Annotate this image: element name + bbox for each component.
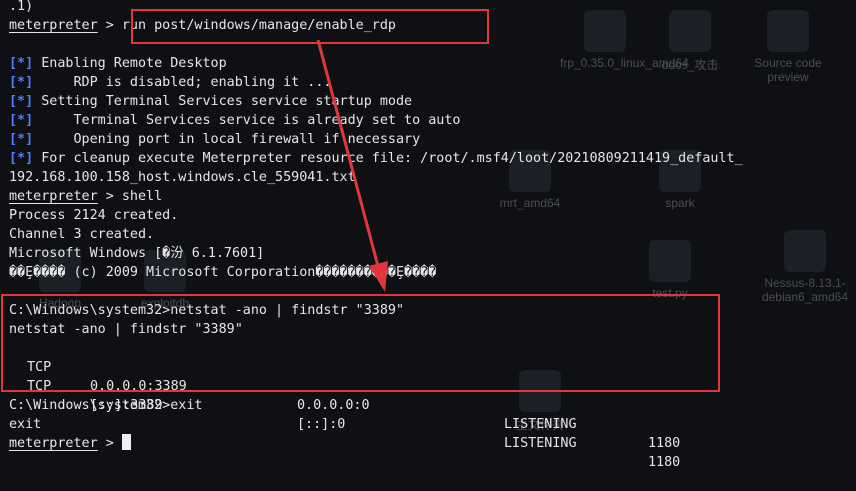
meterpreter-prompt: meterpreter [9, 189, 98, 204]
info-marker: [*] [9, 75, 34, 90]
terminal-line: exit [9, 417, 42, 432]
terminal-line: meterpreter > shell [9, 189, 163, 204]
text-cursor[interactable] [121, 434, 131, 450]
terminal-line: .1) [9, 0, 34, 14]
terminal-line: [*] Setting Terminal Services service st… [9, 94, 413, 109]
terminal-line: meterpreter > [9, 434, 131, 453]
info-marker: [*] [9, 151, 34, 166]
terminal-line: ��Ȩ���� (c) 2009 Microsoft Corporation��… [9, 265, 437, 280]
terminal-line: Channel 3 created. [9, 227, 155, 242]
terminal-line: Process 2124 created. [9, 208, 179, 223]
command-text: run post/windows/manage/enable_rdp [121, 18, 396, 33]
terminal-line: [*] For cleanup execute Meterpreter reso… [9, 151, 743, 166]
terminal-line: 192.168.100.158_host.windows.cle_559041.… [9, 170, 356, 185]
meterpreter-prompt: meterpreter [9, 18, 98, 33]
terminal-line: [*] Terminal Services service is already… [9, 113, 461, 128]
terminal-line: C:\Windows\system32>netstat -ano | finds… [9, 303, 405, 318]
netstat-row: TCP [::]:3389 [::]:0 LISTENING 1180 [27, 379, 681, 470]
info-marker: [*] [9, 94, 34, 109]
terminal-line: C:\Windows\system32>exit [9, 398, 203, 413]
netstat-row: TCP 0.0.0.0:3389 0.0.0.0:0 LISTENING 118… [27, 360, 681, 451]
terminal-window[interactable]: .1) meterpreter > run post/windows/manag… [9, 0, 856, 470]
terminal-line: meterpreter > run post/windows/manage/en… [9, 18, 396, 33]
terminal-line: netstat -ano | findstr "3389" [9, 322, 243, 337]
info-marker: [*] [9, 56, 34, 71]
terminal-line: [*] Enabling Remote Desktop [9, 56, 227, 71]
terminal-line: [*] RDP is disabled; enabling it ... [9, 75, 332, 90]
terminal-line: [*] Opening port in local firewall if ne… [9, 132, 421, 147]
info-marker: [*] [9, 132, 34, 147]
terminal-line: Microsoft Windows [�汾 6.1.7601] [9, 246, 265, 261]
info-marker: [*] [9, 113, 34, 128]
meterpreter-prompt: meterpreter [9, 436, 98, 451]
